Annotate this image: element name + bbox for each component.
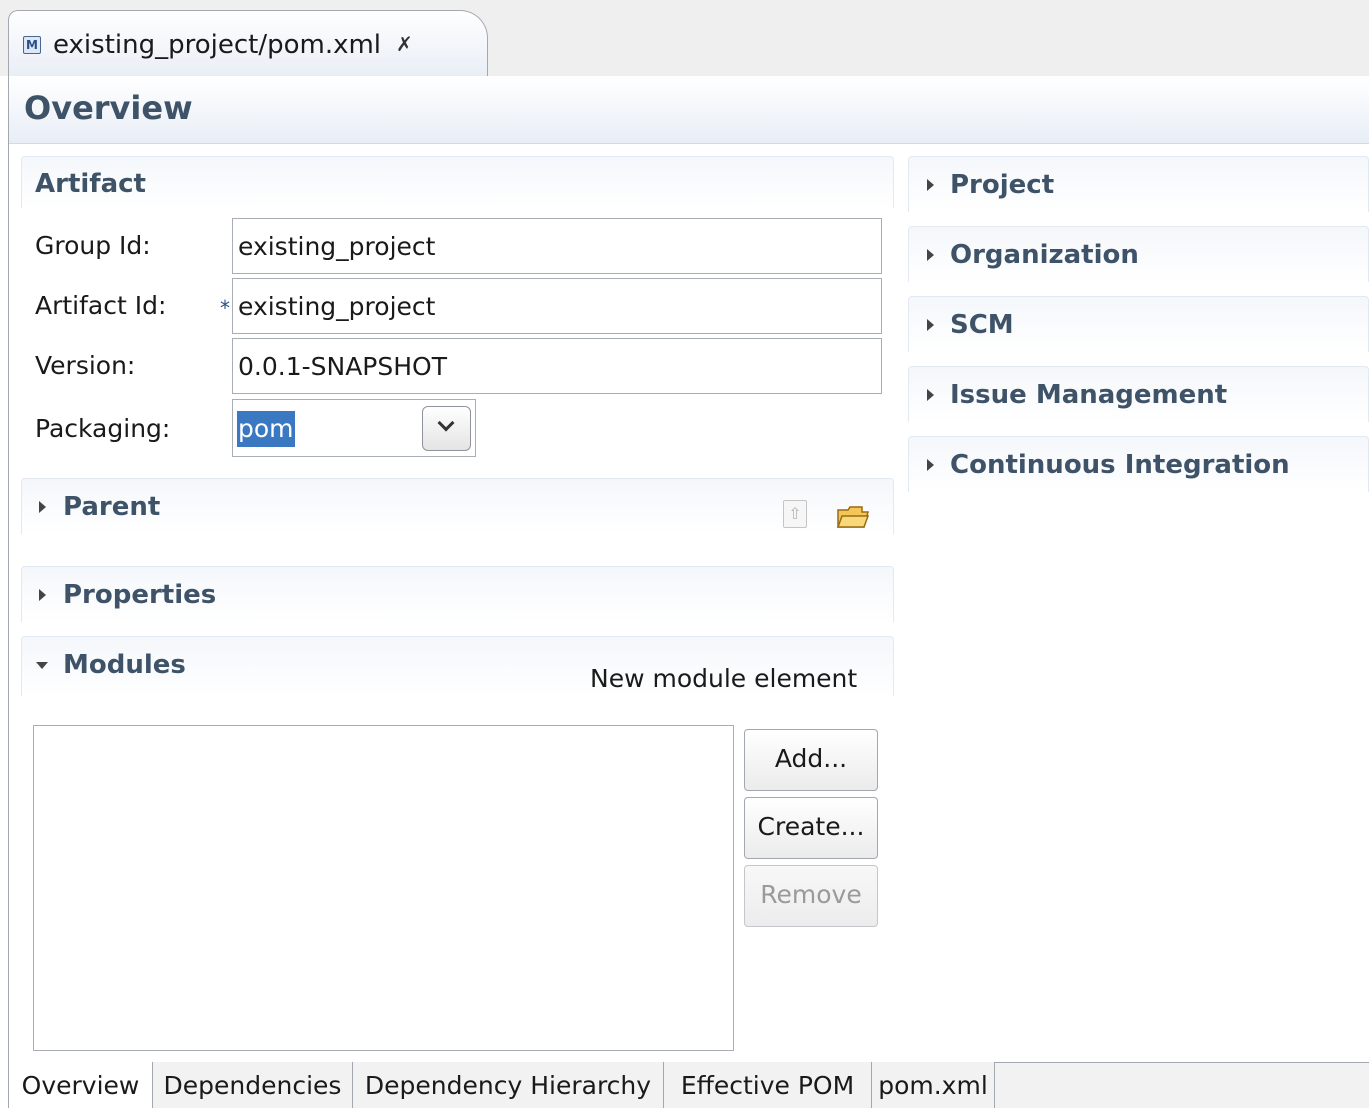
scm-section-title[interactable]: SCM: [950, 307, 1014, 343]
organization-section-title[interactable]: Organization: [950, 237, 1139, 273]
form-header: [9, 76, 1369, 144]
modules-section-title[interactable]: Modules: [63, 647, 186, 683]
artifact-id-label: Artifact Id:: [35, 291, 167, 320]
create-module-button[interactable]: Create...: [744, 797, 878, 859]
editor-tab-title[interactable]: existing_project/pom.xml: [53, 27, 381, 63]
expand-arrow-icon[interactable]: [927, 459, 934, 471]
tab-pom-xml[interactable]: pom.xml: [872, 1062, 995, 1108]
close-icon[interactable]: ✗: [396, 28, 413, 60]
artifact-section-header: [21, 156, 894, 208]
continuous-integration-section-title[interactable]: Continuous Integration: [950, 447, 1290, 483]
group-id-field[interactable]: [232, 218, 882, 274]
group-id-label: Group Id:: [35, 231, 151, 260]
parent-section-title[interactable]: Parent: [63, 489, 160, 525]
collapse-arrow-icon[interactable]: [36, 662, 48, 669]
expand-arrow-icon[interactable]: [39, 589, 46, 601]
maven-pom-file-icon: M: [23, 36, 41, 54]
packaging-label: Packaging:: [35, 414, 171, 443]
tab-dependencies[interactable]: Dependencies: [153, 1062, 353, 1108]
tab-dependency-hierarchy[interactable]: Dependency Hierarchy: [353, 1062, 664, 1108]
add-module-button[interactable]: Add...: [744, 729, 878, 791]
select-parent-folder-icon[interactable]: [836, 502, 870, 530]
artifact-id-field[interactable]: [232, 278, 882, 334]
properties-section-title[interactable]: Properties: [63, 577, 216, 613]
open-parent-pom-icon[interactable]: ⇧: [783, 500, 807, 528]
tab-overview[interactable]: Overview: [9, 1062, 153, 1108]
expand-arrow-icon[interactable]: [927, 319, 934, 331]
page-title: Overview: [24, 89, 193, 127]
expand-arrow-icon[interactable]: [927, 179, 934, 191]
artifact-section-title: Artifact: [35, 169, 146, 199]
required-marker: *: [220, 296, 230, 320]
expand-arrow-icon[interactable]: [927, 249, 934, 261]
expand-arrow-icon[interactable]: [39, 501, 46, 513]
tab-effective-pom[interactable]: Effective POM: [664, 1062, 872, 1108]
expand-arrow-icon[interactable]: [927, 389, 934, 401]
version-field[interactable]: [232, 338, 882, 394]
issue-management-section-title[interactable]: Issue Management: [950, 377, 1227, 413]
modules-list[interactable]: [33, 725, 734, 1051]
packaging-value[interactable]: pom: [237, 411, 295, 447]
version-label: Version:: [35, 351, 136, 380]
new-module-element-link[interactable]: New module element: [590, 661, 857, 697]
project-section-title[interactable]: Project: [950, 167, 1054, 203]
remove-module-button[interactable]: Remove: [744, 865, 878, 927]
